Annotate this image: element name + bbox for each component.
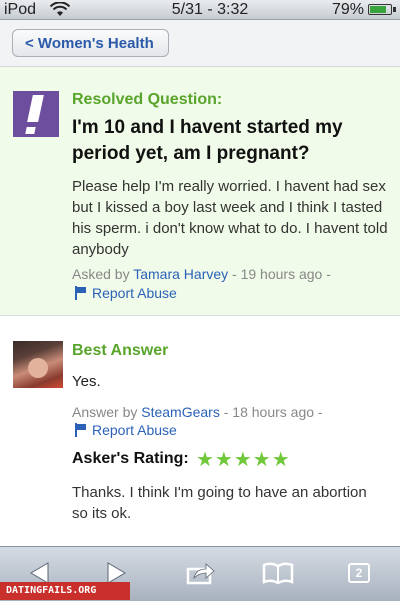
report-abuse-label: Report Abuse <box>92 422 177 438</box>
battery-tip <box>393 7 396 12</box>
battery-percent: 79% <box>332 1 365 18</box>
rating-stars: ★★★★★ <box>196 447 291 471</box>
wifi-icon <box>49 1 71 22</box>
carrier-label: iPod <box>4 1 37 18</box>
asked-by-line: Asked by Tamara Harvey - 19 hours ago - <box>72 266 331 282</box>
share-icon[interactable] <box>186 561 215 585</box>
question-body: Please help I'm really worried. I havent… <box>72 178 388 258</box>
watermark-logo: DATINGFAILS.ORG <box>0 582 130 600</box>
resolved-heading: Resolved Question: <box>72 91 223 108</box>
asked-by-prefix: Asked by <box>72 266 130 282</box>
nav-bar: < Women's Health <box>0 20 400 67</box>
pages-icon[interactable]: 2 <box>348 563 370 583</box>
clock-time: 5/31 - 3:32 <box>171 1 249 18</box>
question-title: I'm 10 and I havent started my period ye… <box>72 117 343 164</box>
exclamation-dot <box>25 127 36 134</box>
answer-body: Yes. <box>72 373 101 390</box>
back-button[interactable]: < Women's Health <box>12 29 169 57</box>
bookmarks-icon[interactable] <box>262 562 294 586</box>
best-answer-heading: Best Answer <box>72 342 169 359</box>
asker-comment: Thanks. I think I'm going to have an abo… <box>72 484 367 522</box>
asked-time: - 19 hours ago - <box>232 266 331 282</box>
flag-icon <box>74 286 88 300</box>
battery-icon <box>368 4 392 15</box>
report-abuse-answer[interactable]: Report Abuse <box>74 422 177 438</box>
status-bar: iPod 5/31 - 3:32 79% <box>0 0 400 20</box>
answer-time: - 18 hours ago - <box>223 404 323 420</box>
report-abuse-question[interactable]: Report Abuse <box>74 285 177 301</box>
report-abuse-label: Report Abuse <box>92 285 177 301</box>
asker-rating-label: Asker's Rating: <box>72 450 189 467</box>
answerer-link[interactable]: SteamGears <box>141 404 220 420</box>
asker-link[interactable]: Tamara Harvey <box>133 266 228 282</box>
answer-by-prefix: Answer by <box>72 404 138 420</box>
avatar-face <box>28 358 48 378</box>
flag-icon <box>74 423 88 437</box>
answer-by-line: Answer by SteamGears - 18 hours ago - <box>72 404 323 420</box>
